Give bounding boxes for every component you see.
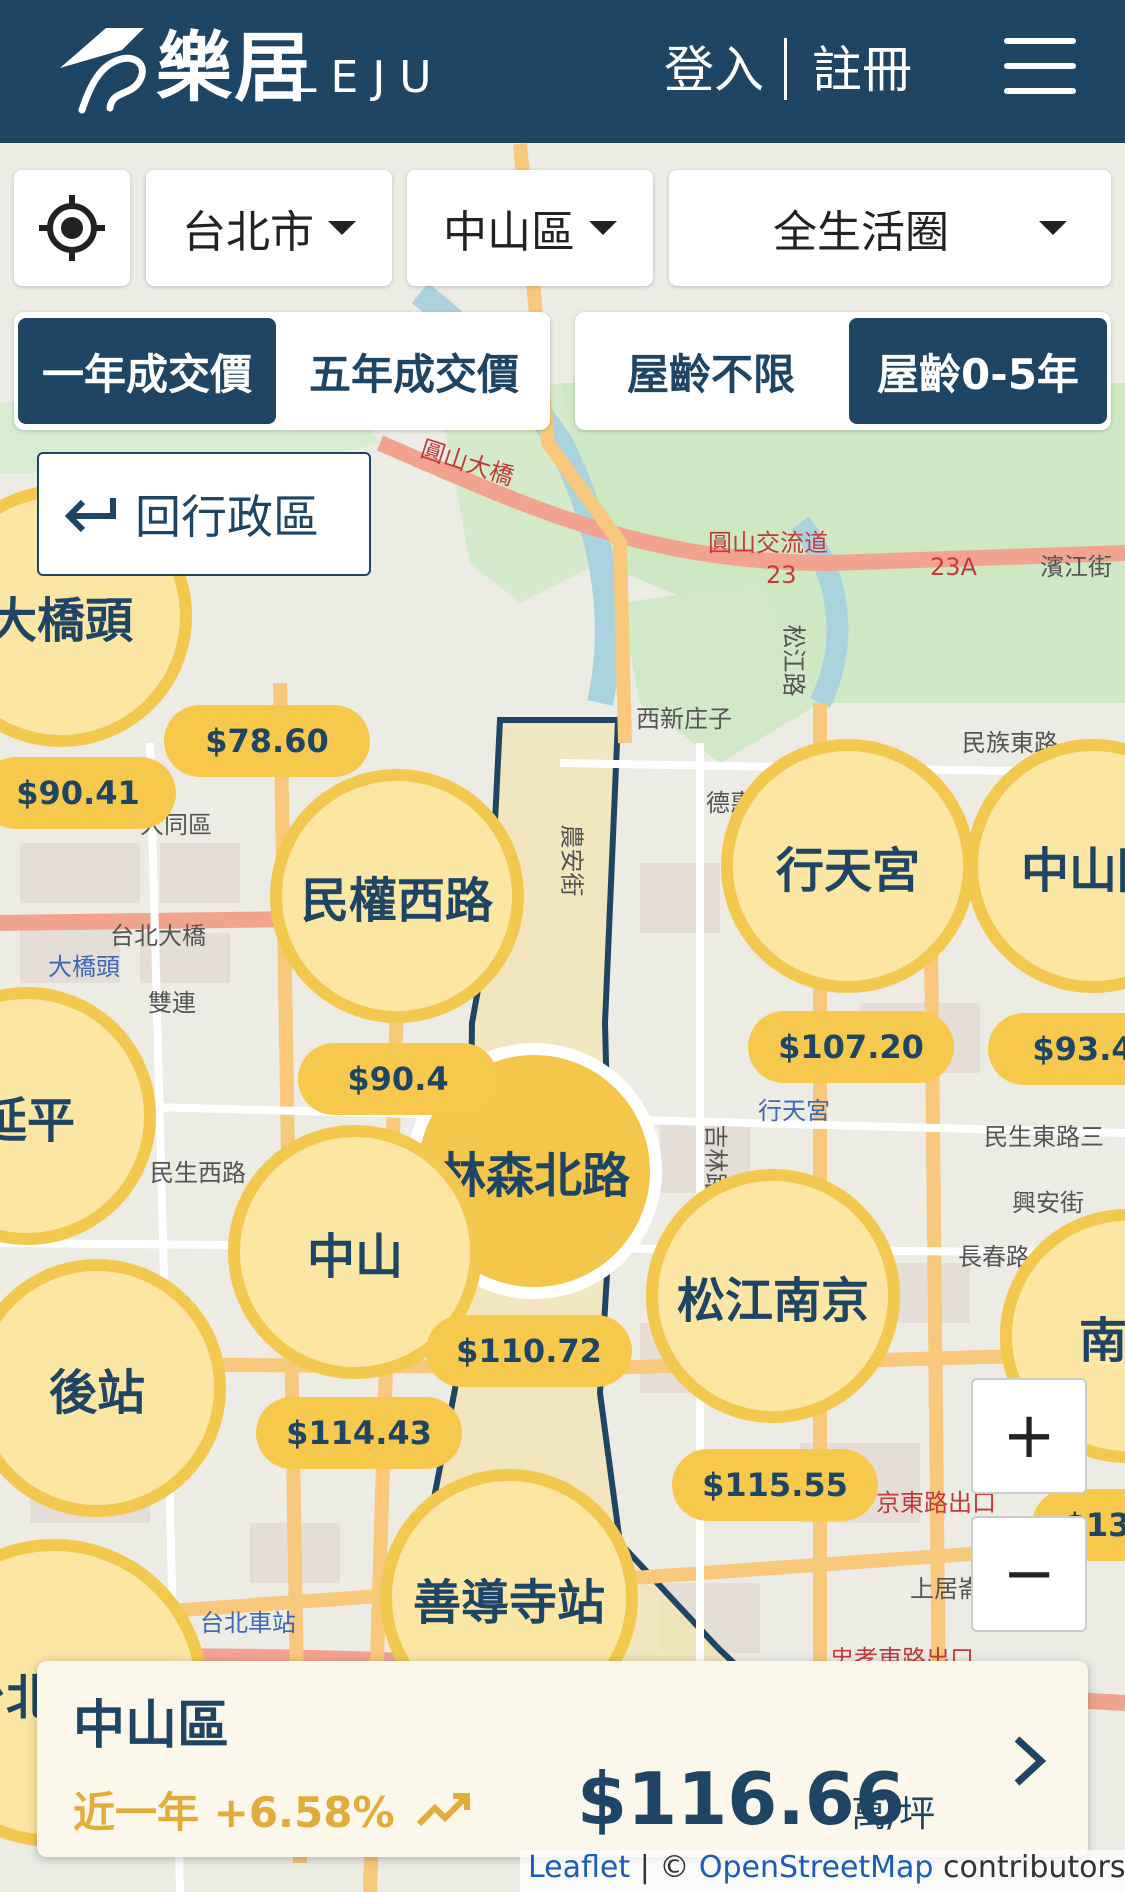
nav-divider — [784, 38, 787, 100]
locate-button[interactable] — [14, 170, 130, 286]
osm-link[interactable]: OpenStreetMap — [699, 1850, 934, 1885]
price-tag[interactable]: $78.60 — [164, 705, 370, 777]
zoom-out-button[interactable]: − — [971, 1516, 1087, 1632]
leaflet-link[interactable]: Leaflet — [528, 1850, 630, 1885]
toggle-age-any[interactable]: 屋齡不限 — [581, 318, 841, 424]
brand-name-latin[interactable]: LEJU — [292, 48, 446, 108]
price-tag[interactable]: $115.55 — [672, 1449, 878, 1521]
map-label: 台北車站 — [200, 1609, 296, 1637]
chevron-down-icon — [1039, 221, 1067, 235]
zoom-in-button[interactable]: + — [971, 1378, 1087, 1494]
crosshair-locate-icon — [39, 195, 105, 261]
chevron-down-icon — [589, 221, 617, 235]
map-label: 23 — [766, 561, 797, 589]
map-attribution: Leaflet | © OpenStreetMap contributors — [520, 1850, 1125, 1892]
period-toggle-group: 一年成交價 五年成交價 — [14, 312, 550, 430]
return-arrow-icon — [64, 498, 116, 533]
map-label: 大橋頭 — [48, 953, 120, 981]
summary-price-unit: 萬/坪 — [851, 1794, 936, 1835]
age-toggle-group: 屋齡不限 屋齡0-5年 — [575, 312, 1111, 430]
map-label: 雙連 — [148, 989, 196, 1017]
district-summary-card[interactable]: 中山區 近一年 +6.58% $116.66 萬/坪 — [37, 1661, 1088, 1857]
map-label: 圓山交流道 — [708, 529, 828, 557]
summary-district-name: 中山區 — [73, 1696, 230, 1756]
toggle-age-0-5[interactable]: 屋齡0-5年 — [849, 318, 1107, 424]
map-label: 民生西路 — [150, 1159, 246, 1187]
price-tag[interactable]: $93.4 — [988, 1013, 1125, 1085]
map-label: 西新庄子 — [636, 705, 732, 733]
toggle-period-1y[interactable]: 一年成交價 — [18, 318, 276, 424]
back-button-label: 回行政區 — [135, 490, 319, 544]
map-label: 行天宮 — [758, 1097, 830, 1125]
price-tag[interactable]: $90.41 — [0, 757, 176, 829]
map-label: 松江路 — [779, 624, 808, 697]
summary-trend-label: 近一年 +6.58% — [73, 1788, 395, 1837]
register-link[interactable]: 註冊 — [812, 32, 912, 108]
price-tag[interactable]: $110.72 — [426, 1315, 632, 1387]
station-cluster[interactable]: 松江南京 — [646, 1169, 900, 1423]
back-to-district-button[interactable]: 回行政區 — [37, 452, 371, 576]
attribution-separator: | © — [630, 1850, 699, 1885]
city-select-value: 台北市 — [182, 207, 314, 258]
map-label: 23A — [930, 553, 977, 581]
district-select[interactable]: 中山區 — [407, 170, 653, 286]
map-label: 濱江街 — [1040, 553, 1112, 581]
map-label: 台北大橋 — [110, 922, 206, 950]
brand-name[interactable]: 樂居 — [156, 18, 312, 118]
top-header: 樂居 LEJU 登入 註冊 — [0, 0, 1125, 143]
chevron-right-icon[interactable] — [1003, 1731, 1053, 1791]
chevron-down-icon — [328, 221, 356, 235]
area-select[interactable]: 全生活圈 — [669, 170, 1111, 286]
hamburger-menu-icon[interactable] — [1004, 38, 1076, 94]
station-cluster[interactable]: 民權西路 — [270, 769, 524, 1023]
price-tag[interactable]: $107.20 — [748, 1011, 954, 1083]
city-select[interactable]: 台北市 — [146, 170, 392, 286]
toggle-period-5y[interactable]: 五年成交價 — [284, 318, 544, 424]
map-label: 民生東路三 — [984, 1123, 1104, 1151]
station-cluster[interactable]: 行天宮 — [721, 739, 975, 993]
price-tag[interactable]: $114.43 — [256, 1397, 462, 1469]
map-label: 農安街 — [557, 824, 586, 897]
summary-trend: 近一年 +6.58% — [73, 1779, 475, 1840]
leju-bird-logo-icon[interactable] — [52, 20, 164, 118]
attribution-suffix: contributors — [933, 1850, 1125, 1885]
district-select-value: 中山區 — [443, 207, 575, 258]
map-label: 興安街 — [1012, 1189, 1084, 1217]
trending-up-icon — [416, 1792, 470, 1826]
login-link[interactable]: 登入 — [664, 32, 764, 108]
price-tag[interactable]: $90.4 — [298, 1043, 498, 1115]
area-select-value: 全生活圈 — [773, 207, 949, 258]
